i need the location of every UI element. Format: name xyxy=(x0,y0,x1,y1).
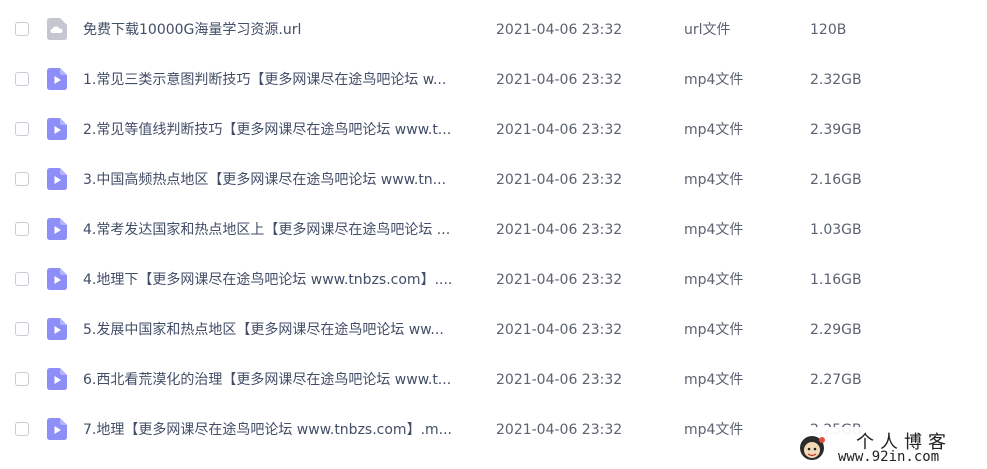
select-checkbox[interactable] xyxy=(15,72,29,86)
video-file-icon xyxy=(47,318,67,340)
file-name[interactable]: 4.地理下【更多网课尽在途鸟吧论坛 www.tnbzs.com】.... xyxy=(83,270,473,290)
file-type: mp4文件 xyxy=(684,322,744,338)
file-size: 120B xyxy=(810,22,847,38)
video-file-icon xyxy=(47,218,67,240)
file-row[interactable]: 1.常见三类示意图判断技巧【更多网课尽在途鸟吧论坛 w... 2021-04-06… xyxy=(0,55,987,105)
file-name[interactable]: 1.常见三类示意图判断技巧【更多网课尽在途鸟吧论坛 w... xyxy=(83,70,473,90)
select-checkbox[interactable] xyxy=(15,272,29,286)
file-type: mp4文件 xyxy=(684,172,744,188)
file-modified-date: 2021-04-06 23:32 xyxy=(496,322,623,338)
file-modified-date: 2021-04-06 23:32 xyxy=(496,272,623,288)
file-name[interactable]: 4.常考发达国家和热点地区上【更多网课尽在途鸟吧论坛 ... xyxy=(83,220,473,240)
video-file-icon xyxy=(47,118,67,140)
video-file-icon xyxy=(47,418,67,440)
file-name[interactable]: 7.地理【更多网课尽在途鸟吧论坛 www.tnbzs.com】.m... xyxy=(83,420,473,440)
file-name[interactable]: 6.西北看荒漠化的治理【更多网课尽在途鸟吧论坛 www.t... xyxy=(83,370,473,390)
video-file-icon xyxy=(47,368,67,390)
link-file-icon xyxy=(47,18,67,40)
file-modified-date: 2021-04-06 23:32 xyxy=(496,372,623,388)
select-checkbox[interactable] xyxy=(15,122,29,136)
file-type: mp4文件 xyxy=(684,272,744,288)
video-file-icon xyxy=(47,68,67,90)
file-modified-date: 2021-04-06 23:32 xyxy=(496,172,623,188)
file-size: 2.39GB xyxy=(810,122,862,138)
file-type: mp4文件 xyxy=(684,122,744,138)
file-type: mp4文件 xyxy=(684,422,744,438)
file-size: 2.16GB xyxy=(810,172,862,188)
video-file-icon xyxy=(47,268,67,290)
select-checkbox[interactable] xyxy=(15,422,29,436)
watermark-url: www.92in.com xyxy=(838,449,940,465)
file-size: 1.16GB xyxy=(810,272,862,288)
file-modified-date: 2021-04-06 23:32 xyxy=(496,72,623,88)
file-row[interactable]: 5.发展中国家和热点地区【更多网课尽在途鸟吧论坛 ww... 2021-04-06… xyxy=(0,305,987,355)
file-row[interactable]: 2.常见等值线判断技巧【更多网课尽在途鸟吧论坛 www.t... 2021-04-… xyxy=(0,105,987,155)
file-name[interactable]: 5.发展中国家和热点地区【更多网课尽在途鸟吧论坛 ww... xyxy=(83,320,473,340)
file-type: mp4文件 xyxy=(684,72,744,88)
select-checkbox[interactable] xyxy=(15,172,29,186)
file-row[interactable]: 免费下载10000G海量学习资源.url 2021-04-06 23:32 url文… xyxy=(0,5,987,55)
file-type: url文件 xyxy=(684,22,731,38)
video-file-icon xyxy=(47,168,67,190)
file-size: 2.27GB xyxy=(810,372,862,388)
file-type: mp4文件 xyxy=(684,222,744,238)
file-row[interactable]: 4.常考发达国家和热点地区上【更多网课尽在途鸟吧论坛 ... 2021-04-06… xyxy=(0,205,987,255)
file-name[interactable]: 免费下载10000G海量学习资源.url xyxy=(83,20,473,40)
select-checkbox[interactable] xyxy=(15,322,29,336)
file-name[interactable]: 2.常见等值线判断技巧【更多网课尽在途鸟吧论坛 www.t... xyxy=(83,120,473,140)
file-modified-date: 2021-04-06 23:32 xyxy=(496,22,623,38)
file-row[interactable]: 6.西北看荒漠化的治理【更多网课尽在途鸟吧论坛 www.t... 2021-04-… xyxy=(0,355,987,405)
select-checkbox[interactable] xyxy=(15,222,29,236)
file-row[interactable]: 3.中国高频热点地区【更多网课尽在途鸟吧论坛 www.tn... 2021-04-… xyxy=(0,155,987,205)
mascot-icon xyxy=(800,436,825,460)
file-size: 2.29GB xyxy=(810,322,862,338)
file-name[interactable]: 3.中国高频热点地区【更多网课尽在途鸟吧论坛 www.tn... xyxy=(83,170,473,190)
select-checkbox[interactable] xyxy=(15,22,29,36)
file-row[interactable]: 4.地理下【更多网课尽在途鸟吧论坛 www.tnbzs.com】.... 2021… xyxy=(0,255,987,305)
file-size: 1.03GB xyxy=(810,222,862,238)
file-modified-date: 2021-04-06 23:32 xyxy=(496,122,623,138)
watermark: 个人博客 www.92in.com xyxy=(790,427,987,469)
select-checkbox[interactable] xyxy=(15,372,29,386)
file-size: 2.32GB xyxy=(810,72,862,88)
file-type: mp4文件 xyxy=(684,372,744,388)
file-list: 免费下载10000G海量学习资源.url 2021-04-06 23:32 url文… xyxy=(0,5,987,455)
file-modified-date: 2021-04-06 23:32 xyxy=(496,422,623,438)
file-modified-date: 2021-04-06 23:32 xyxy=(496,222,623,238)
